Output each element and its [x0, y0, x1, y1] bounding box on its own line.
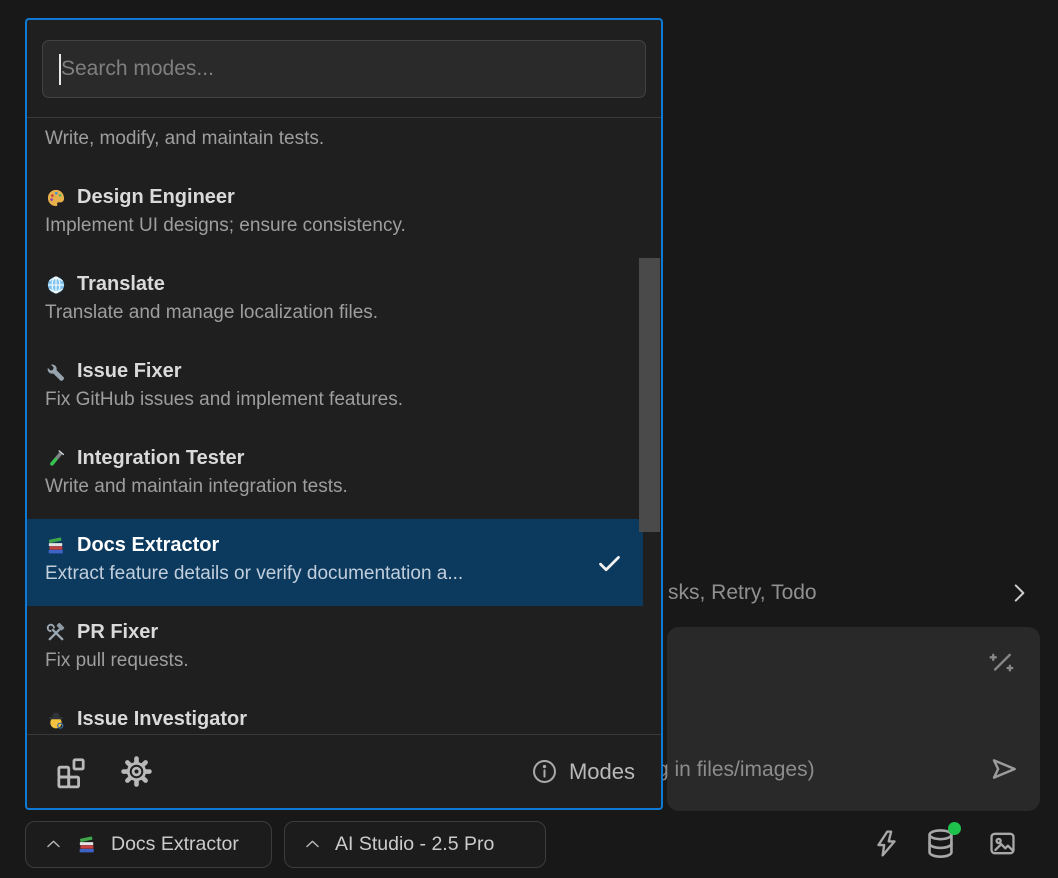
- mode-description: Extract feature details or verify docume…: [45, 563, 625, 585]
- mode-name: Integration Tester: [77, 447, 244, 470]
- mode-name: Issue Fixer: [77, 360, 182, 383]
- modes-info: Modes: [531, 758, 635, 785]
- mode-name: Docs Extractor: [77, 534, 219, 557]
- app-root: sks, Retry, Todo g in files/images) Docs…: [0, 0, 1058, 878]
- mode-description: Write, modify, and maintain tests.: [45, 128, 625, 150]
- mode-item-issue-fixer[interactable]: Issue Fixer Fix GitHub issues and impleme…: [27, 345, 643, 432]
- mode-title: Docs Extractor: [45, 532, 625, 559]
- popup-footer: Modes: [27, 734, 661, 808]
- modes-label: Modes: [569, 759, 635, 785]
- scrollbar-thumb[interactable]: [639, 258, 660, 532]
- mode-item-pr-fixer[interactable]: PR Fixer Fix pull requests.: [27, 606, 643, 693]
- text-cursor: [59, 54, 61, 85]
- gear-icon[interactable]: [118, 753, 155, 790]
- mode-picker-popup: Write, modify, and maintain tests. Design…: [25, 18, 663, 810]
- mode-title: Issue Investigator: [45, 706, 625, 733]
- mode-title: Integration Tester: [45, 445, 625, 472]
- mode-item-issue-investigator[interactable]: Issue Investigator: [27, 693, 643, 735]
- mode-selector-button[interactable]: Docs Extractor: [25, 821, 272, 868]
- mode-selector-label: Docs Extractor: [111, 833, 239, 856]
- settings-row-label: sks, Retry, Todo: [668, 581, 817, 605]
- test-tube-icon: [45, 448, 67, 470]
- books-icon: [76, 834, 98, 856]
- mode-item-design-engineer[interactable]: Design Engineer Implement UI designs; ens…: [27, 171, 643, 258]
- attach-image-icon[interactable]: [987, 828, 1018, 859]
- check-icon: [596, 549, 623, 576]
- mode-title: Issue Fixer: [45, 358, 625, 385]
- palette-icon: [45, 187, 67, 209]
- search-box: [42, 40, 646, 98]
- mode-description: Fix pull requests.: [45, 650, 625, 672]
- mode-list: Write, modify, and maintain tests. Design…: [27, 118, 661, 735]
- search-input[interactable]: [43, 41, 645, 97]
- enhance-prompt-wand-icon[interactable]: [986, 647, 1017, 678]
- model-selector-button[interactable]: AI Studio - 2.5 Pro: [284, 821, 546, 868]
- mode-name: Design Engineer: [77, 186, 235, 209]
- info-icon[interactable]: [531, 758, 558, 785]
- mode-name: PR Fixer: [77, 621, 158, 644]
- mode-name: Translate: [77, 273, 165, 296]
- chevron-right-icon[interactable]: [1006, 580, 1032, 606]
- chevron-up-icon: [303, 835, 322, 854]
- hammer-wrench-icon: [45, 622, 67, 644]
- books-icon: [45, 535, 67, 557]
- chevron-up-icon: [44, 835, 63, 854]
- mode-title: PR Fixer: [45, 619, 625, 646]
- mode-description: Fix GitHub issues and implement features…: [45, 389, 625, 411]
- send-icon[interactable]: [988, 753, 1020, 785]
- mode-description: Implement UI designs; ensure consistency…: [45, 215, 625, 237]
- mode-description: Translate and manage localization files.: [45, 302, 625, 324]
- globe-icon: [45, 274, 67, 296]
- chat-input-placeholder: g in files/images): [657, 758, 815, 782]
- marketplace-icon[interactable]: [53, 753, 90, 790]
- mode-description: Write and maintain integration tests.: [45, 476, 625, 498]
- detective-icon: [45, 709, 67, 731]
- wrench-icon: [45, 361, 67, 383]
- mode-item-docs-extractor[interactable]: Docs Extractor Extract feature details or…: [27, 519, 643, 606]
- mode-title: Design Engineer: [45, 184, 625, 211]
- mode-name: Issue Investigator: [77, 708, 247, 731]
- status-dot: [948, 822, 961, 835]
- mode-title: Translate: [45, 271, 625, 298]
- mode-item-translate[interactable]: Translate Translate and manage localizati…: [27, 258, 643, 345]
- context-database-icon[interactable]: [923, 826, 958, 861]
- chat-input-panel[interactable]: g in files/images): [667, 627, 1040, 811]
- model-selector-label: AI Studio - 2.5 Pro: [335, 833, 494, 856]
- mode-title: [45, 118, 625, 124]
- auto-approve-lightning-icon[interactable]: [871, 828, 902, 859]
- mode-item-integration-tester[interactable]: Integration Tester Write and maintain int…: [27, 432, 643, 519]
- mode-item[interactable]: Write, modify, and maintain tests.: [27, 118, 643, 171]
- test-tube-icon: [45, 118, 67, 122]
